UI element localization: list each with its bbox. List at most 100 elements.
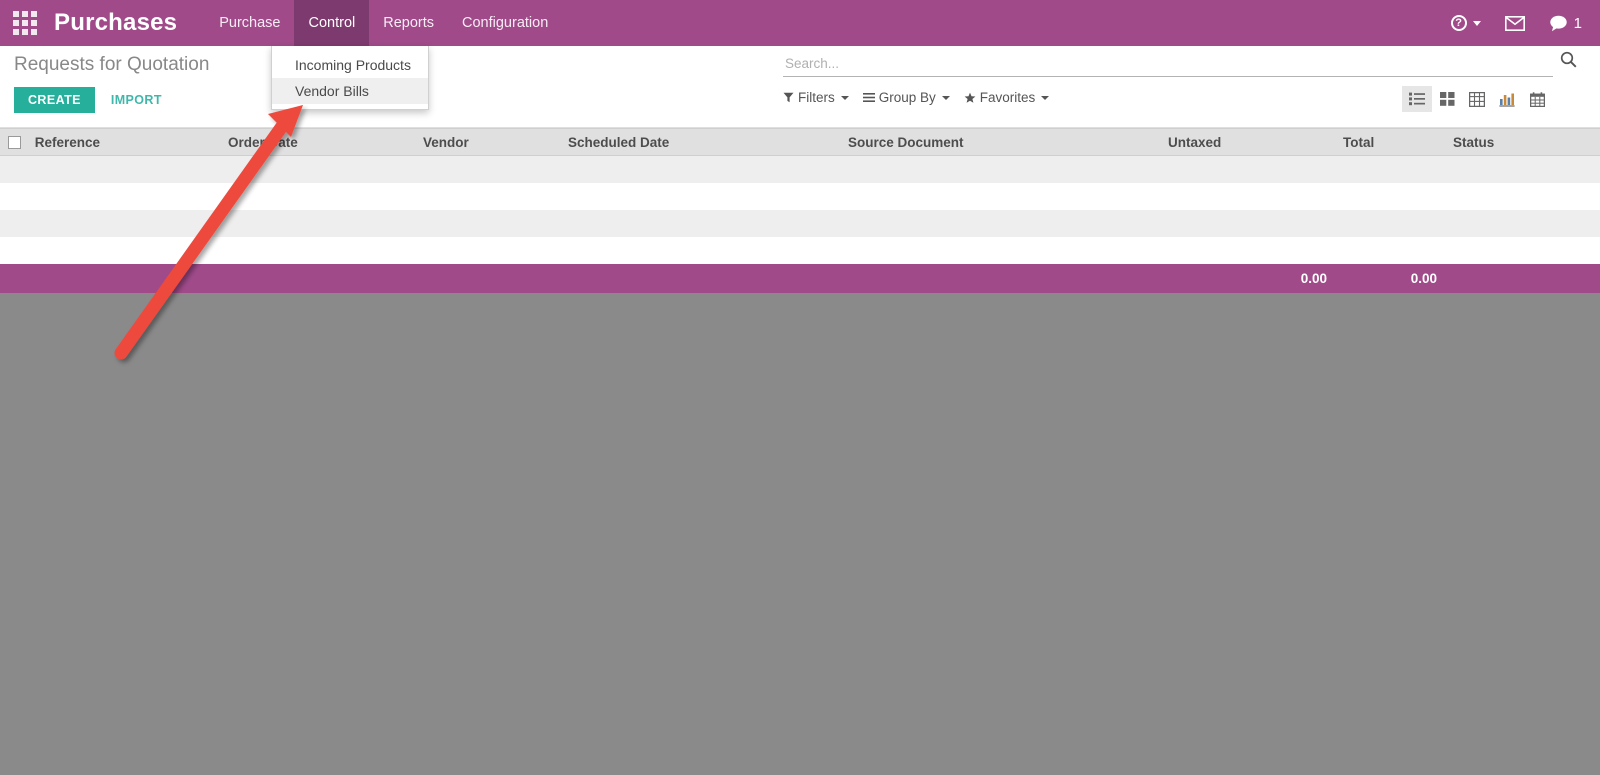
filters-label: Filters [798,90,835,105]
help-menu-button[interactable]: ? [1451,15,1481,31]
list-view: Reference Order Date Vendor Scheduled Da… [0,128,1600,293]
cell-vendor [415,183,560,210]
table-row[interactable] [0,183,1600,210]
cell-source-document [840,210,1160,237]
column-header-status[interactable]: Status [1445,129,1600,156]
dropdown-item-incoming-products[interactable]: Incoming Products [272,52,428,78]
menu-item-control[interactable]: Control [294,0,369,46]
column-header-untaxed[interactable]: Untaxed [1160,129,1335,156]
search-view [783,53,1553,77]
star-icon [964,92,976,104]
cell-vendor [415,210,560,237]
question-mark-icon: ? [1451,15,1467,31]
view-button-kanban[interactable] [1432,86,1462,112]
breadcrumb: Requests for Quotation [14,54,209,76]
graph-view-icon [1499,92,1515,107]
table-row[interactable] [0,237,1600,264]
cell-source-document [840,156,1160,183]
funnel-icon [783,92,794,103]
view-button-graph[interactable] [1492,86,1522,112]
messages-button[interactable]: 1 [1549,15,1582,32]
footer-spacer [0,264,1160,293]
table-body [0,156,1600,264]
cell-reference [0,237,220,264]
app-brand-title: Purchases [50,0,205,46]
main-menu: Purchase Control Reports Configuration [205,0,562,46]
footer-untaxed-total: 0.00 [1160,264,1335,293]
list-view-icon [1409,92,1425,106]
odoo-purchases-screen: Purchases Purchase Control Reports Confi… [0,0,1600,775]
pivot-view-icon [1469,92,1485,107]
cell-total [1335,237,1445,264]
favorites-label: Favorites [980,90,1036,105]
chevron-down-icon [942,96,950,100]
chevron-down-icon [1041,96,1049,100]
control-panel: Requests for Quotation CREATE IMPORT Fil… [0,46,1600,128]
table-row[interactable] [0,210,1600,237]
table-row[interactable] [0,156,1600,183]
table-header-row: Reference Order Date Vendor Scheduled Da… [0,129,1600,156]
column-header-order-date[interactable]: Order Date [220,129,415,156]
filters-dropdown[interactable]: Filters [783,90,849,105]
search-options-row: Filters Group By Favorites [783,90,1049,105]
groupby-label: Group By [879,90,936,105]
top-navbar: Purchases Purchase Control Reports Confi… [0,0,1600,46]
menu-item-reports[interactable]: Reports [369,0,448,46]
cell-total [1335,156,1445,183]
search-input[interactable] [783,53,1553,76]
view-switcher [1402,86,1552,112]
groupby-dropdown[interactable]: Group By [863,90,950,105]
control-dropdown-menu: Incoming Products Vendor Bills [271,46,429,110]
menu-item-purchase[interactable]: Purchase [205,0,294,46]
cell-total [1335,183,1445,210]
cell-order-date [220,210,415,237]
messages-count: 1 [1574,15,1582,32]
cell-order-date [220,237,415,264]
calendar-view-icon [1530,92,1545,107]
column-header-total[interactable]: Total [1335,129,1445,156]
select-all-checkbox[interactable] [8,136,21,149]
cell-vendor [415,156,560,183]
view-button-pivot[interactable] [1462,86,1492,112]
cell-reference [0,156,220,183]
cell-status [1445,237,1600,264]
favorites-dropdown[interactable]: Favorites [964,90,1050,105]
magnifier-icon[interactable] [1560,51,1577,73]
apps-menu-button[interactable] [0,0,50,46]
hamburger-icon [863,92,875,103]
import-button[interactable]: IMPORT [105,87,168,113]
menu-item-configuration[interactable]: Configuration [448,0,562,46]
cell-source-document [840,183,1160,210]
cell-reference [0,183,220,210]
chevron-down-icon [1473,21,1481,26]
column-header-vendor[interactable]: Vendor [415,129,560,156]
cell-status [1445,210,1600,237]
cell-scheduled-date [560,156,840,183]
cell-untaxed [1160,237,1335,264]
cell-scheduled-date [560,237,840,264]
cell-total [1335,210,1445,237]
dropdown-item-vendor-bills[interactable]: Vendor Bills [272,78,428,104]
mail-button[interactable] [1505,16,1525,31]
action-buttons: CREATE IMPORT [14,87,168,113]
cell-untaxed [1160,156,1335,183]
column-header-reference[interactable]: Reference [0,129,220,156]
create-button[interactable]: CREATE [14,87,95,113]
navbar-right-tools: ? 1 [1451,0,1600,46]
table-footer: 0.00 0.00 [0,264,1600,293]
column-label-reference: Reference [35,135,100,150]
column-header-source-document[interactable]: Source Document [840,129,1160,156]
column-header-scheduled-date[interactable]: Scheduled Date [560,129,840,156]
cell-status [1445,183,1600,210]
cell-untaxed [1160,210,1335,237]
cell-source-document [840,237,1160,264]
table-header: Reference Order Date Vendor Scheduled Da… [0,129,1600,156]
cell-order-date [220,156,415,183]
chat-bubble-icon [1549,15,1568,32]
apps-grid-icon [13,11,37,35]
footer-status-spacer [1445,264,1600,293]
view-button-list[interactable] [1402,86,1432,112]
view-button-calendar[interactable] [1522,86,1552,112]
cell-reference [0,210,220,237]
table-footer-row: 0.00 0.00 [0,264,1600,293]
